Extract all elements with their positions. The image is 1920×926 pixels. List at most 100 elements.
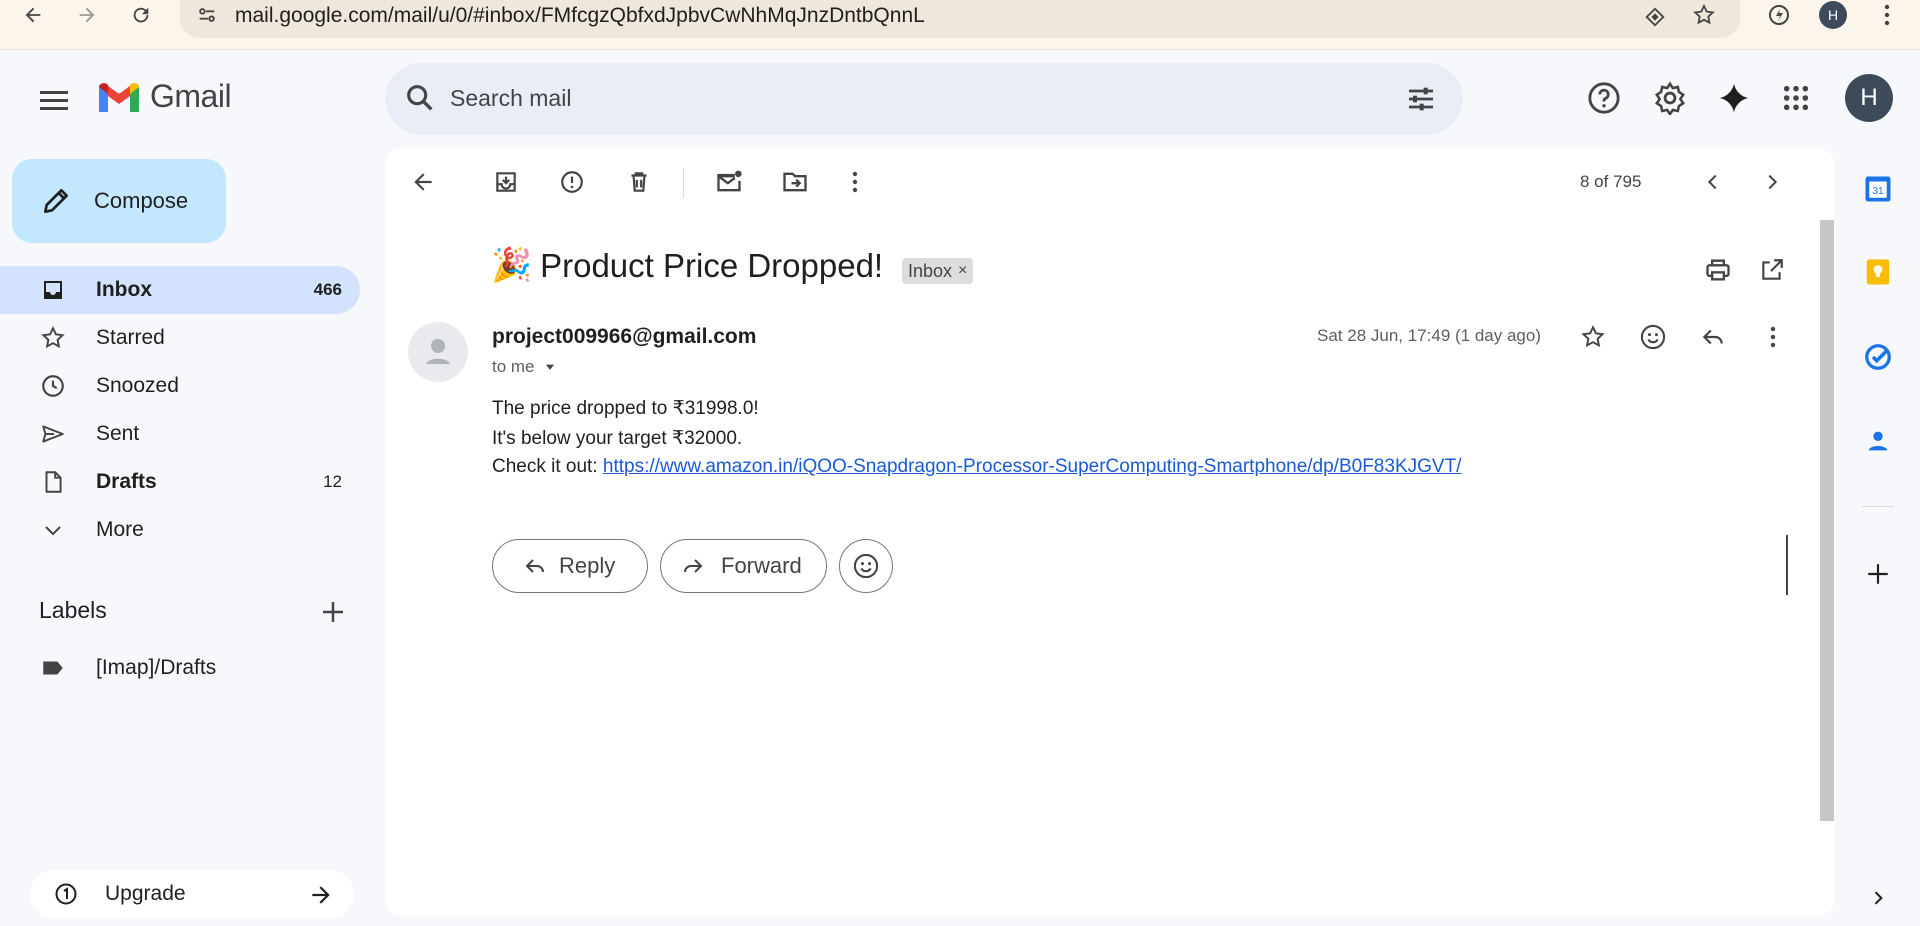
info-circle-icon xyxy=(54,882,78,911)
body-line: Check it out: https://www.amazon.in/iQOO… xyxy=(492,456,1461,478)
older-chevron-right-icon[interactable] xyxy=(1754,164,1790,200)
smiley-icon xyxy=(852,552,880,580)
send-icon xyxy=(38,419,68,449)
move-to-icon[interactable] xyxy=(777,164,813,200)
back-arrow-icon[interactable] xyxy=(18,0,48,30)
email-subject: 🎉 Product Price Dropped! xyxy=(491,246,883,285)
sidebar-item-more[interactable]: More xyxy=(0,506,360,554)
sender-email[interactable]: project009966@gmail.com xyxy=(492,325,756,349)
sidebar-item-sent[interactable]: Sent xyxy=(0,410,360,458)
search-options-icon[interactable] xyxy=(1405,83,1437,120)
profile-avatar[interactable]: H xyxy=(1818,0,1848,30)
account-avatar[interactable]: H xyxy=(1845,74,1893,122)
reply-icon xyxy=(523,554,547,578)
gemini-sparkle-icon[interactable] xyxy=(1714,78,1754,118)
site-settings-icon[interactable] xyxy=(192,0,222,30)
body-text: Check it out: xyxy=(492,456,603,477)
chip-label: Inbox xyxy=(908,260,953,281)
arrow-right-icon xyxy=(308,882,334,913)
rail-divider xyxy=(1862,506,1894,507)
report-spam-icon[interactable] xyxy=(554,164,590,200)
clock-icon xyxy=(38,371,68,401)
pagination-text: 8 of 795 xyxy=(1580,172,1642,191)
add-label-icon[interactable] xyxy=(318,597,348,627)
forward-arrow-icon[interactable] xyxy=(72,0,102,30)
upgrade-button[interactable]: Upgrade xyxy=(30,870,354,918)
forward-label: Forward xyxy=(721,553,802,578)
lens-icon[interactable] xyxy=(1640,2,1670,32)
search-icon[interactable] xyxy=(403,81,437,120)
archive-icon[interactable] xyxy=(488,164,524,200)
emoji-reaction-icon[interactable] xyxy=(1636,320,1670,354)
svg-text:31: 31 xyxy=(1872,186,1884,197)
gmail-m-icon xyxy=(99,82,139,112)
caret-down-icon[interactable] xyxy=(543,360,557,374)
to-me-text: to me xyxy=(492,357,535,376)
open-in-new-window-icon[interactable] xyxy=(1754,252,1790,288)
sidebar-item-label: [Imap]/Drafts xyxy=(96,656,217,679)
chevron-down-icon xyxy=(38,515,68,545)
more-options-icon[interactable] xyxy=(837,164,873,200)
show-side-panel-chevron-icon[interactable] xyxy=(1860,880,1896,916)
label-icon xyxy=(38,653,68,683)
draft-icon xyxy=(38,467,68,497)
main-menu-icon[interactable] xyxy=(36,82,72,118)
scrollbar-thumb[interactable] xyxy=(1820,220,1834,821)
back-to-inbox-icon[interactable] xyxy=(405,164,441,200)
forward-button[interactable]: Forward xyxy=(660,539,827,593)
sender-avatar[interactable] xyxy=(408,322,468,382)
reload-icon[interactable] xyxy=(126,0,156,30)
url-text[interactable]: mail.google.com/mail/u/0/#inbox/FMfcgzQb… xyxy=(235,4,925,28)
bookmark-star-icon[interactable] xyxy=(1689,0,1719,30)
tasks-icon[interactable] xyxy=(1860,339,1896,375)
text-cursor xyxy=(1786,535,1788,595)
sidebar-item-snoozed[interactable]: Snoozed xyxy=(0,362,360,410)
mark-unread-icon[interactable] xyxy=(711,164,747,200)
calendar-icon[interactable]: 31 xyxy=(1860,171,1896,207)
sidebar-item-label: More xyxy=(96,518,144,541)
browser-toolbar: mail.google.com/mail/u/0/#inbox/FMfcgzQb… xyxy=(0,0,1920,50)
contacts-icon[interactable] xyxy=(1860,423,1896,459)
add-addon-icon[interactable] xyxy=(1860,556,1896,592)
message-date: Sat 28 Jun, 17:49 (1 day ago) xyxy=(1317,326,1541,345)
emoji-react-button[interactable] xyxy=(839,539,893,593)
sidebar-item-drafts[interactable]: Drafts 12 xyxy=(0,458,360,506)
toolbar-divider xyxy=(683,168,684,198)
upgrade-label: Upgrade xyxy=(105,882,186,905)
star-icon xyxy=(38,323,68,353)
sidebar-item-inbox[interactable]: Inbox 466 xyxy=(0,266,360,314)
settings-gear-icon[interactable] xyxy=(1650,78,1690,118)
delete-trash-icon[interactable] xyxy=(621,164,657,200)
address-bar[interactable]: mail.google.com/mail/u/0/#inbox/FMfcgzQb… xyxy=(180,0,1740,38)
reply-button[interactable]: Reply xyxy=(492,539,648,593)
extension-icon[interactable] xyxy=(1764,0,1794,30)
compose-button[interactable]: Compose xyxy=(12,159,226,243)
account-initial: H xyxy=(1860,84,1878,111)
url-host: mail.google.com xyxy=(235,4,388,27)
newer-chevron-left-icon[interactable] xyxy=(1695,164,1731,200)
recipient-details[interactable]: to me xyxy=(492,357,557,377)
party-popper-emoji: 🎉 xyxy=(491,246,533,283)
unread-count: 466 xyxy=(313,280,342,299)
print-icon[interactable] xyxy=(1700,252,1736,288)
gmail-logo[interactable]: Gmail xyxy=(96,78,232,115)
reply-icon[interactable] xyxy=(1696,320,1730,354)
draft-count: 12 xyxy=(323,472,342,491)
reply-label: Reply xyxy=(559,553,616,578)
star-icon[interactable] xyxy=(1576,320,1610,354)
sidebar-label-imap-drafts[interactable]: [Imap]/Drafts xyxy=(0,644,360,692)
search-input[interactable]: Search mail xyxy=(450,85,571,112)
subject-text: Product Price Dropped! xyxy=(540,246,884,284)
search-bar[interactable]: Search mail xyxy=(385,63,1463,135)
inbox-label-chip[interactable]: Inbox × xyxy=(902,258,974,284)
sidebar-item-starred[interactable]: Starred xyxy=(0,314,360,362)
product-link[interactable]: https://www.amazon.in/iQOO-Snapdragon-Pr… xyxy=(603,456,1462,477)
remove-label-icon[interactable]: × xyxy=(958,262,967,280)
help-icon[interactable] xyxy=(1584,78,1624,118)
apps-grid-icon[interactable] xyxy=(1776,78,1816,118)
message-more-icon[interactable] xyxy=(1756,320,1790,354)
keep-icon[interactable] xyxy=(1860,254,1896,290)
inbox-icon xyxy=(38,275,68,305)
browser-menu-icon[interactable] xyxy=(1872,0,1902,30)
body-line: It's below your target ₹32000. xyxy=(492,428,743,449)
